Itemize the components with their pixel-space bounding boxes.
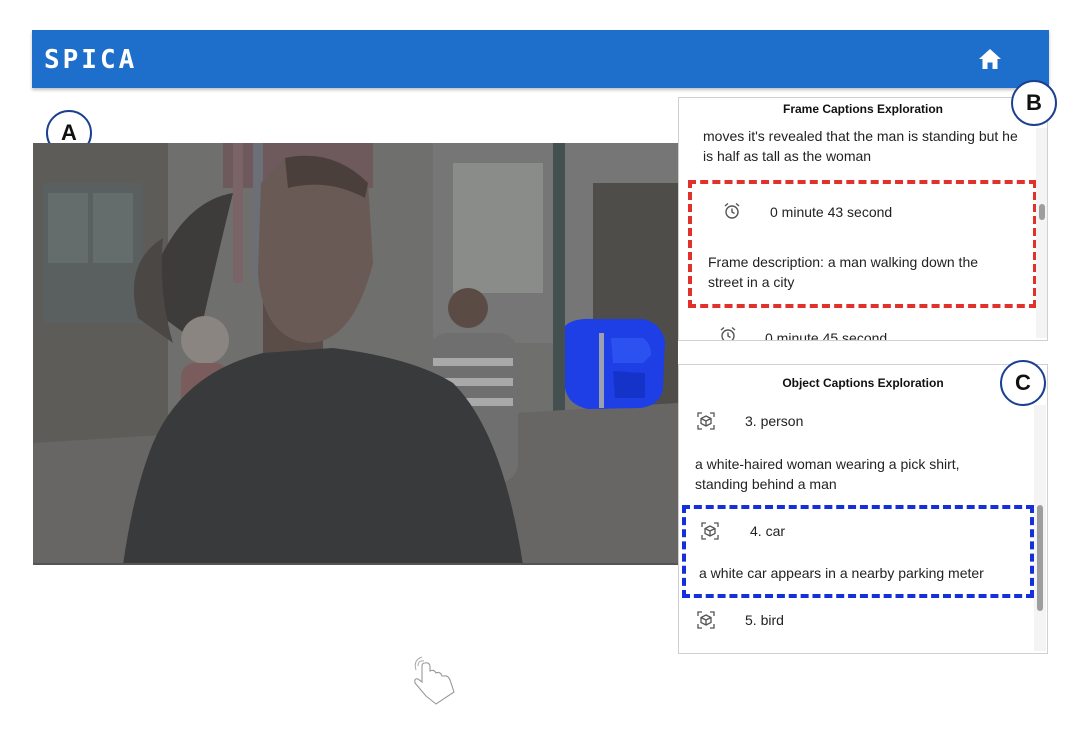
object-panel-title: Object Captions Exploration — [782, 376, 944, 390]
prev-frame-description: moves it's revealed that the man is stan… — [703, 126, 1033, 166]
app-title: SPICA — [44, 45, 138, 75]
car-segmentation-mask — [565, 318, 665, 409]
object-caption-person: a white-haired woman wearing a pick shir… — [695, 454, 1035, 494]
frame-timestamp: 0 minute 43 second — [770, 204, 893, 220]
frame-panel-title: Frame Captions Exploration — [782, 102, 944, 116]
app-bar: SPICA — [32, 30, 1049, 88]
prev-frame-line-1: moves it's revealed that the man is stan… — [703, 128, 1018, 144]
alarm-clock-icon — [720, 326, 736, 340]
object-caption-person-line-2: standing behind a man — [695, 476, 837, 492]
home-icon[interactable] — [977, 47, 1003, 71]
frame-panel-scrollbar[interactable] — [1039, 204, 1045, 220]
frame-description: Frame description: a man walking down th… — [708, 252, 1028, 292]
marker-c: C — [1000, 360, 1046, 406]
object-label-person[interactable]: 3. person — [745, 411, 803, 431]
object-label-bird[interactable]: 5. bird — [745, 610, 784, 630]
object-label-car[interactable]: 4. car — [750, 521, 785, 541]
object-caption-person-line-1: a white-haired woman wearing a pick shir… — [695, 456, 960, 472]
tap-gesture-icon — [414, 656, 455, 705]
object-caption-car: a white car appears in a nearby parking … — [699, 565, 984, 581]
object-detect-icon — [701, 522, 719, 540]
object-detect-icon — [697, 611, 715, 629]
frame-panel-scroll-track[interactable] — [1036, 128, 1047, 338]
next-frame-timestamp: 0 minute 45 second — [765, 330, 888, 341]
frame-description-line-1: Frame description: a man walking down th… — [708, 254, 979, 270]
video-frame-image — [33, 143, 678, 563]
frame-captions-panel[interactable]: Frame Captions Exploration moves it's re… — [678, 97, 1048, 341]
selected-object-highlight[interactable] — [682, 505, 1034, 598]
object-panel-scrollbar[interactable] — [1037, 505, 1043, 611]
prev-frame-line-2: is half as tall as the woman — [703, 148, 872, 164]
alarm-clock-icon — [724, 202, 740, 219]
spica-app: SPICA A Frame Captions Exploration moves… — [0, 0, 1072, 740]
frame-description-line-2: street in a city — [708, 274, 795, 290]
object-captions-panel[interactable]: Object Captions Exploration 3. person a … — [678, 364, 1048, 654]
object-detect-icon — [697, 412, 715, 430]
video-player[interactable] — [33, 143, 678, 565]
marker-b: B — [1011, 80, 1057, 126]
